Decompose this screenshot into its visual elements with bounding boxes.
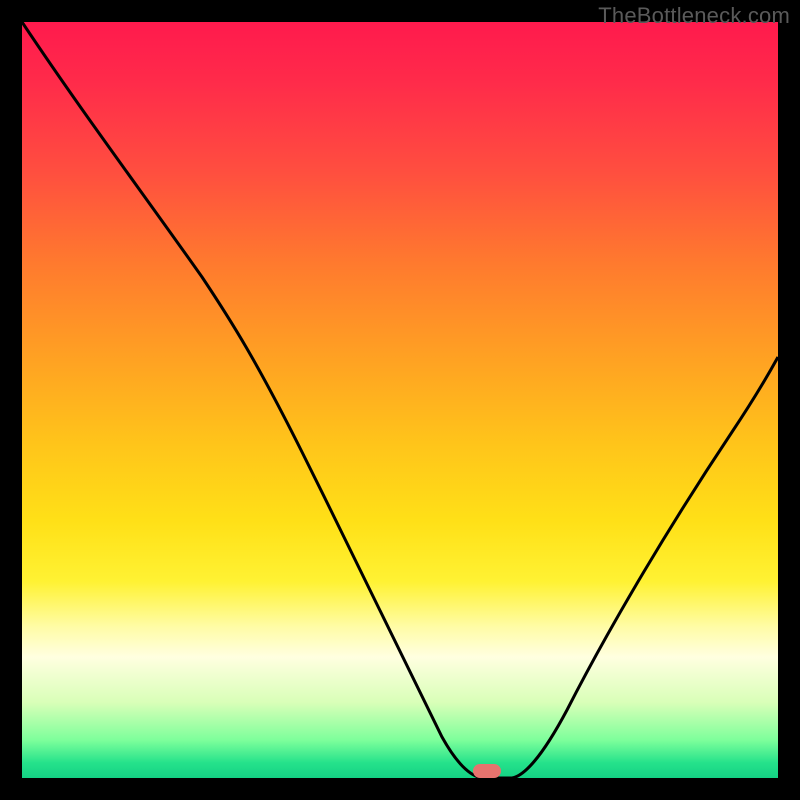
- gradient-background: [22, 22, 778, 778]
- chart-frame: TheBottleneck.com: [0, 0, 800, 800]
- optimal-point-marker: [473, 764, 501, 778]
- watermark-text: TheBottleneck.com: [598, 3, 790, 29]
